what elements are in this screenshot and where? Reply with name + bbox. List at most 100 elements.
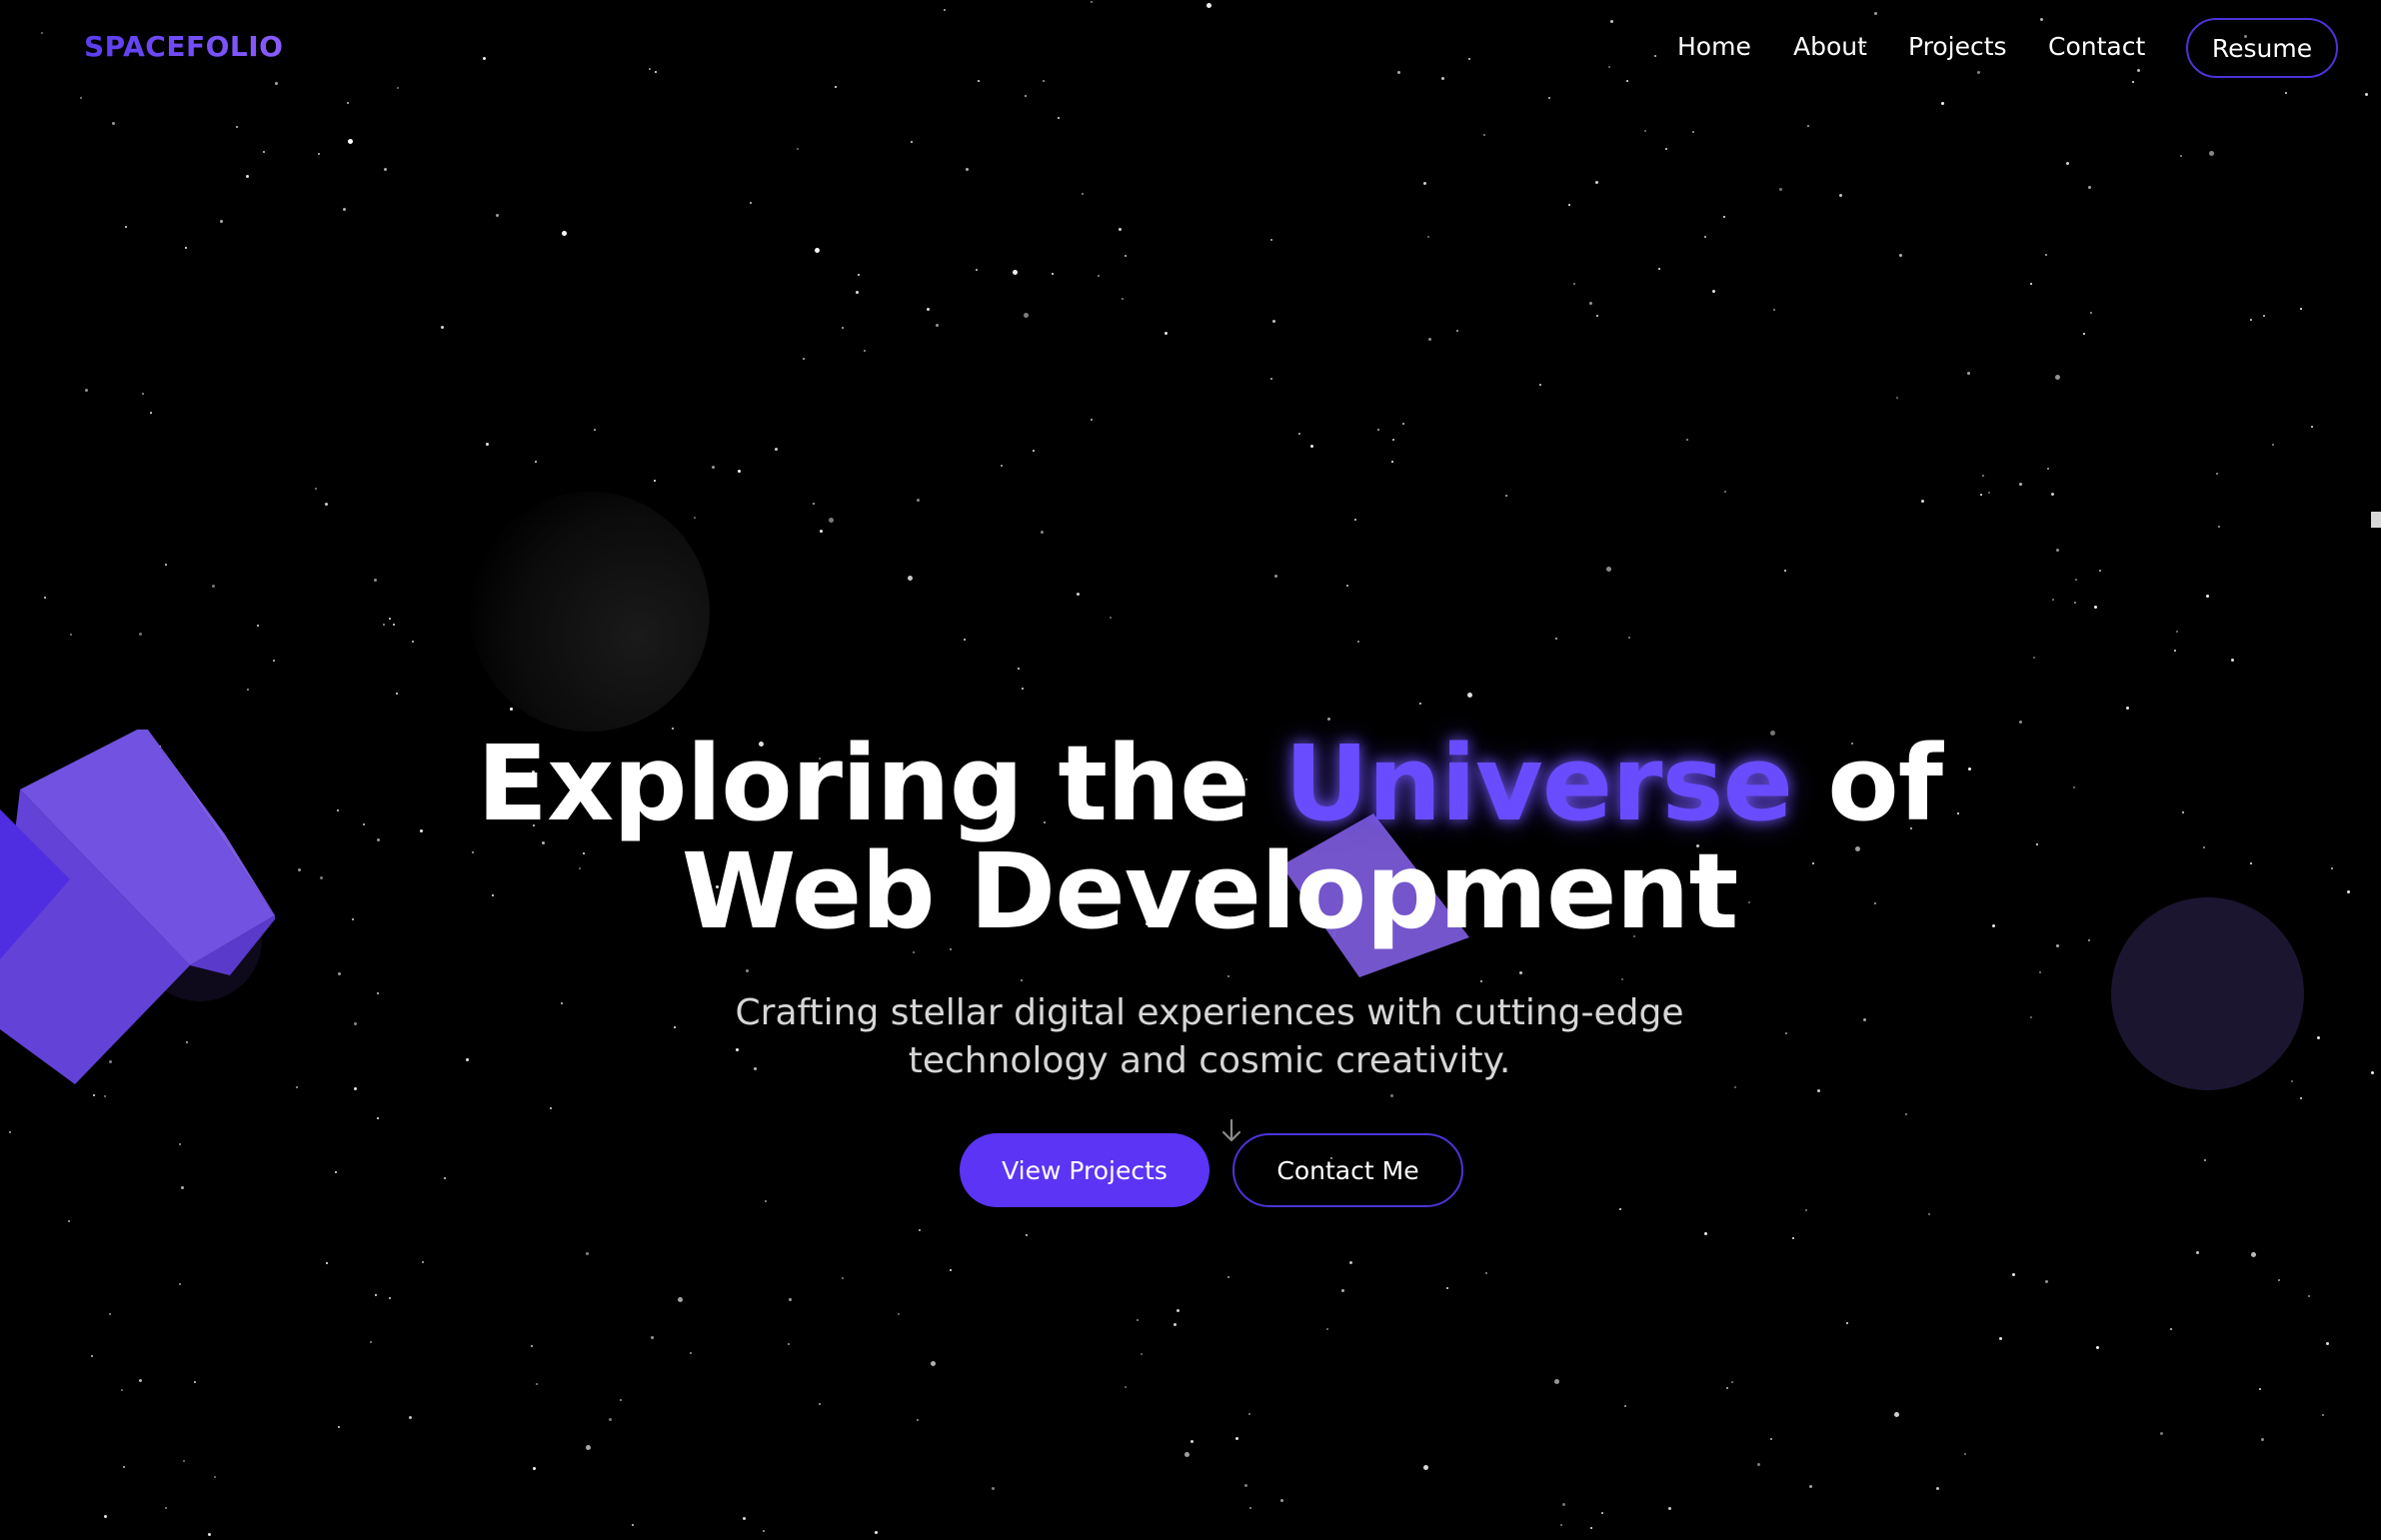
contact-me-button[interactable]: Contact Me — [1232, 1133, 1463, 1207]
star — [562, 231, 567, 236]
star — [1428, 338, 1431, 341]
star — [1058, 117, 1060, 119]
star — [377, 1117, 379, 1119]
star — [236, 126, 238, 128]
star — [1091, 419, 1093, 421]
star — [1483, 134, 1485, 136]
star — [179, 1143, 181, 1145]
star — [1110, 617, 1112, 619]
star — [212, 585, 215, 588]
star — [1326, 1328, 1328, 1330]
star — [1033, 450, 1035, 452]
star — [694, 517, 696, 519]
star — [1505, 495, 1507, 497]
arrow-down-icon[interactable] — [1217, 1117, 1245, 1145]
star — [1270, 239, 1272, 241]
star — [1644, 130, 1646, 132]
star — [919, 1229, 921, 1231]
star — [632, 1524, 634, 1526]
star — [1349, 1261, 1352, 1264]
star — [815, 248, 820, 253]
star — [678, 1297, 683, 1302]
star — [927, 308, 930, 311]
star — [712, 466, 715, 469]
star — [1712, 290, 1715, 293]
hero-subtitle-line2: technology and cosmic creativity. — [908, 1040, 1511, 1081]
star — [2045, 254, 2047, 256]
star — [1982, 475, 1984, 477]
nav-link-contact[interactable]: Contact — [2048, 32, 2145, 61]
star — [2251, 1252, 2256, 1257]
star — [1354, 519, 1356, 521]
star — [2012, 1273, 2015, 1276]
nav-link-about[interactable]: About — [1793, 32, 1867, 61]
star — [44, 597, 46, 599]
star — [1227, 975, 1229, 977]
star — [1098, 275, 1100, 277]
star — [2033, 657, 2035, 659]
star — [2126, 707, 2129, 710]
star — [263, 151, 265, 153]
star — [1125, 255, 1127, 257]
nav-link-projects[interactable]: Projects — [1908, 32, 2007, 61]
star — [2090, 312, 2092, 314]
star — [1190, 1440, 1193, 1443]
star — [2094, 606, 2097, 609]
star — [609, 1418, 612, 1421]
star — [2300, 308, 2302, 310]
star — [1595, 181, 1598, 184]
dark-planet — [470, 492, 710, 732]
star — [875, 1531, 878, 1534]
star — [370, 1341, 372, 1343]
star — [247, 689, 249, 691]
star — [2326, 1342, 2329, 1345]
star — [1119, 228, 1122, 231]
star — [2056, 549, 2059, 552]
star — [2322, 1414, 2324, 1416]
star — [750, 202, 752, 204]
star — [1562, 1503, 1565, 1506]
star — [1485, 1272, 1487, 1274]
star — [123, 1466, 125, 1468]
star — [829, 518, 834, 523]
star — [1280, 1499, 1283, 1502]
star — [2066, 162, 2069, 165]
star — [746, 969, 749, 972]
star — [1327, 718, 1330, 721]
star — [384, 168, 387, 171]
star — [1456, 330, 1458, 332]
star — [842, 1277, 844, 1279]
star — [1555, 638, 1557, 640]
star — [2160, 1432, 2163, 1435]
star — [1619, 1208, 1621, 1210]
star — [1390, 1094, 1393, 1097]
nav-link-home[interactable]: Home — [1677, 32, 1751, 61]
star — [1480, 980, 1482, 982]
star — [1346, 585, 1348, 587]
star — [2196, 1251, 2199, 1254]
star — [257, 625, 259, 627]
star — [1770, 1438, 1772, 1440]
star — [898, 1313, 900, 1315]
view-projects-button[interactable]: View Projects — [960, 1133, 1209, 1207]
star — [931, 1361, 936, 1366]
top-navbar: SPACEFOLIO Home About Projects Contact R… — [0, 0, 2381, 100]
star — [1402, 423, 1404, 425]
star — [1905, 1113, 1907, 1115]
star — [1779, 188, 1782, 191]
resume-button[interactable]: Resume — [2186, 18, 2338, 78]
star — [1125, 1386, 1127, 1388]
brand-logo[interactable]: SPACEFOLIO — [84, 30, 283, 63]
star — [1928, 1213, 1930, 1215]
star — [1137, 1319, 1139, 1321]
star — [1941, 102, 1944, 105]
star — [1272, 320, 1275, 323]
hero-subtitle: Crafting stellar digital experiences wit… — [0, 989, 2381, 1085]
hero-subtitle-line1: Crafting stellar digital experiences wit… — [735, 992, 1684, 1033]
star — [2250, 319, 2252, 321]
star — [765, 1200, 767, 1202]
star — [1792, 1237, 1794, 1239]
star — [2263, 315, 2265, 317]
star — [181, 1186, 184, 1189]
star — [992, 1487, 995, 1490]
